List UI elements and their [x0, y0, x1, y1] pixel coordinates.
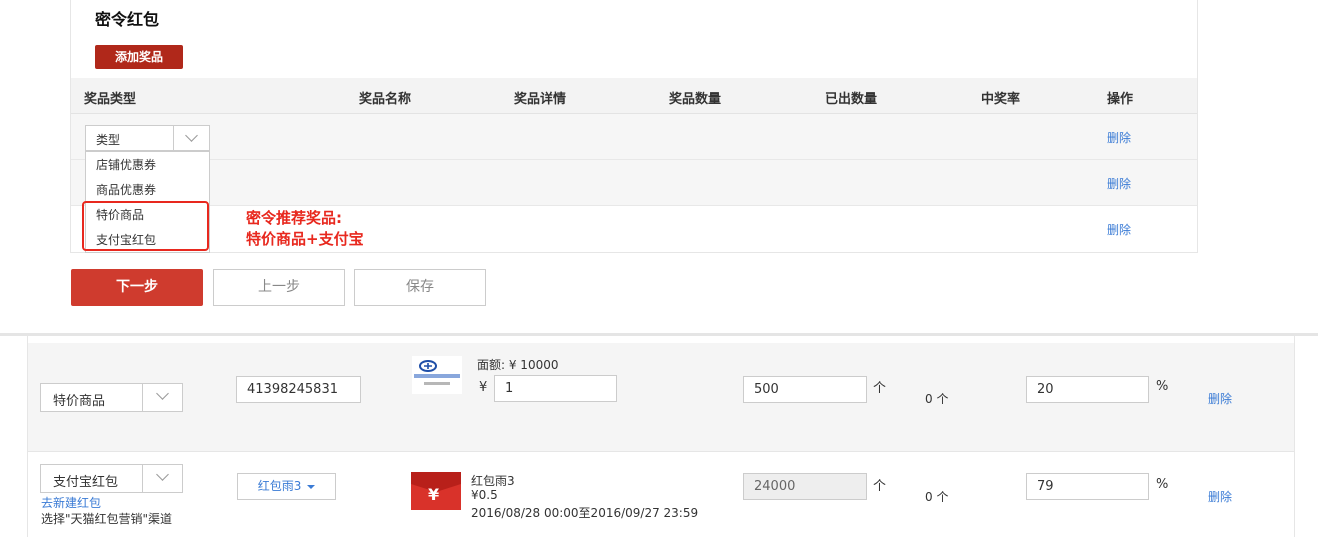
header-prize-quantity: 奖品数量: [669, 92, 722, 107]
row-1-face-value: 面额: ¥ 10000: [477, 358, 559, 372]
row-2-issued-count: 0 个: [925, 490, 949, 504]
table-row: 删除: [71, 206, 1197, 252]
next-step-button[interactable]: 下一步: [71, 269, 203, 306]
row-2-type-label: 支付宝红包: [53, 475, 119, 490]
previous-step-button[interactable]: 上一步: [213, 269, 345, 306]
row-1-type-select[interactable]: 特价商品: [40, 383, 183, 412]
row-2-rate-unit: %: [1156, 477, 1169, 492]
row-2-rate-input[interactable]: 79: [1026, 473, 1149, 500]
row-2-delete-link[interactable]: 删除: [1208, 488, 1232, 505]
header-prize-type: 奖品类型: [84, 92, 137, 107]
red-packet-period: 2016/08/28 00:00至2016/09/27 23:59: [471, 506, 699, 520]
row-1-rate-unit: %: [1156, 379, 1169, 394]
section-title: 密令红包: [95, 10, 160, 29]
red-packet-select-label: 红包雨3: [257, 479, 302, 493]
recommended-options-highlight: [82, 201, 209, 251]
delete-link[interactable]: 删除: [1107, 221, 1131, 238]
row-1-quantity-unit: 个: [873, 381, 887, 396]
header-prize-detail: 奖品详情: [514, 92, 567, 107]
row-1-item-id-input[interactable]: 41398245831: [236, 376, 361, 403]
row-1-rate-input[interactable]: 20: [1026, 376, 1149, 403]
prize-type-select[interactable]: 类型: [85, 125, 210, 151]
header-prize-name: 奖品名称: [359, 92, 412, 107]
add-prize-button[interactable]: 添加奖品: [95, 45, 183, 69]
header-actions: 操作: [1107, 92, 1134, 107]
red-packet-name: 红包雨3: [471, 474, 515, 488]
table-row: 删除: [71, 160, 1197, 206]
yuan-glyph: ¥: [428, 485, 440, 504]
prize-type-select-label: 类型: [96, 133, 121, 147]
delete-link[interactable]: 删除: [1107, 175, 1131, 192]
prize-table-header: 奖品类型 奖品名称 奖品详情 奖品数量 已出数量 中奖率 操作: [71, 78, 1197, 114]
chevron-down-icon[interactable]: [173, 126, 209, 150]
header-issued-quantity: 已出数量: [825, 92, 878, 107]
annotation-line-2: 特价商品+支付宝: [246, 230, 364, 248]
product-logo: [412, 356, 462, 394]
caret-down-icon: [307, 484, 316, 489]
create-red-packet-link[interactable]: 去新建红包: [41, 494, 101, 511]
delete-link[interactable]: 删除: [1107, 129, 1131, 146]
row-1-currency-symbol: ¥: [479, 380, 488, 395]
save-button[interactable]: 保存: [354, 269, 486, 306]
chevron-down-icon[interactable]: [142, 384, 182, 411]
channel-hint: 选择"天猫红包营销"渠道: [41, 512, 173, 526]
header-win-rate: 中奖率: [981, 92, 1021, 107]
table-row: 删除: [71, 114, 1197, 160]
row-1-quantity-input[interactable]: 500: [743, 376, 867, 403]
row-1-delete-link[interactable]: 删除: [1208, 390, 1232, 407]
red-packet-select[interactable]: 红包雨3: [237, 473, 336, 500]
annotation-line-1: 密令推荐奖品:: [246, 209, 342, 227]
option-product-coupon[interactable]: 商品优惠券: [96, 181, 156, 198]
recommendation-annotation: 密令推荐奖品: 特价商品+支付宝: [246, 208, 364, 250]
row-2-quantity-unit: 个: [873, 479, 887, 494]
option-shop-coupon[interactable]: 店铺优惠券: [96, 156, 156, 173]
chevron-down-icon[interactable]: [142, 465, 182, 492]
red-packet-icon: ¥: [411, 472, 461, 510]
red-packet-value: ¥0.5: [471, 488, 498, 502]
row-2-type-select[interactable]: 支付宝红包: [40, 464, 183, 493]
row-2-quantity-input[interactable]: 24000: [743, 473, 867, 500]
row-1-issued-count: 0 个: [925, 392, 949, 406]
row-1-price-input[interactable]: 1: [494, 375, 617, 402]
row-1-type-label: 特价商品: [53, 394, 106, 409]
